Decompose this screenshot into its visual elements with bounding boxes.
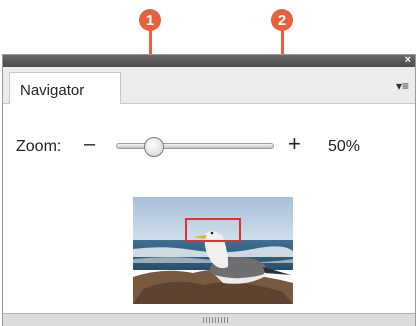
close-icon[interactable]: × <box>405 54 411 66</box>
tab-navigator[interactable]: Navigator <box>9 72 121 104</box>
panel-tab-row: Navigator ▾≡ <box>3 67 415 104</box>
view-rectangle[interactable] <box>185 218 241 242</box>
zoom-in-icon[interactable]: + <box>288 131 301 157</box>
panel-menu-icon[interactable]: ▾≡ <box>396 79 409 93</box>
seagull-photo <box>133 197 293 304</box>
resize-grip-icon[interactable] <box>203 317 229 323</box>
zoom-slider-thumb[interactable] <box>143 137 164 157</box>
callout-1-badge: 1 <box>139 9 161 31</box>
callout-2-badge: 2 <box>271 9 293 31</box>
navigator-thumbnail[interactable] <box>133 197 293 304</box>
panel-bottom-bar <box>3 313 415 326</box>
panel-title-bar[interactable]: × <box>3 54 415 67</box>
zoom-out-icon[interactable]: – <box>84 133 95 156</box>
zoom-slider-track[interactable] <box>116 143 274 149</box>
zoom-label: Zoom: <box>16 138 62 155</box>
zoom-value: 50% <box>328 138 361 155</box>
